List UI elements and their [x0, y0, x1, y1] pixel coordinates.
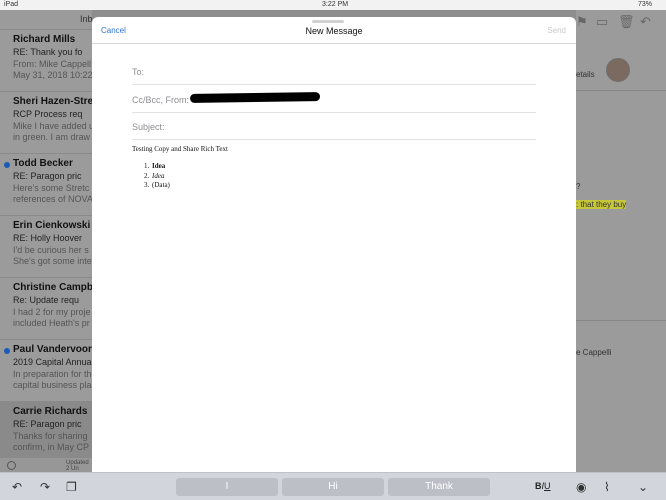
sender-name: Erin Cienkowski: [13, 220, 91, 231]
compose-sheet: Cancel New Message Send To: Cc/Bcc, From…: [92, 17, 576, 472]
list-item[interactable]: Christine Campb Re: Update requ I had 2 fo…: [0, 278, 92, 340]
cc-from-label: Cc/Bcc, From:: [132, 95, 190, 105]
sender-name: Sheri Hazen-Stret: [13, 96, 92, 107]
underline-label: U: [544, 481, 551, 491]
sender-name: Carrie Richards: [13, 406, 88, 417]
subject-line: RE: Paragon pric: [13, 171, 82, 181]
divider: [576, 90, 666, 91]
list-item[interactable]: Erin Cienkowski RE: Holly Hoover I'd be cu…: [0, 216, 92, 278]
suggestion-1[interactable]: I: [176, 478, 278, 496]
keyboard-shortcut-bar: ↶ ↷ ❐ I Hi Thank BIU ◉ ⌇ ⌄: [0, 472, 666, 500]
compose-header: Cancel New Message Send: [92, 17, 576, 44]
format-button[interactable]: BIU: [535, 481, 551, 491]
redo-icon[interactable]: ↷: [40, 480, 50, 494]
list-text: Idea: [152, 162, 166, 170]
flag-icon[interactable]: ⚑: [576, 14, 588, 30]
subject-line: Re: Update requ: [13, 295, 80, 305]
list-item[interactable]: Carrie Richards RE: Paragon pric Thanks fo…: [0, 402, 92, 464]
list-item[interactable]: Richard Mills RE: Thank you fo From: Mike …: [0, 30, 92, 92]
sender-name: Christine Campb: [13, 282, 92, 293]
paste-icon[interactable]: ❐: [66, 480, 77, 494]
list-number: 2.: [144, 171, 150, 180]
camera-icon[interactable]: ◉: [576, 480, 586, 494]
preview-text: From: Mike Cappell May 31, 2018 10:22: [13, 59, 92, 80]
sender-name: Paul Vandervoort: [13, 344, 92, 355]
preview-text: Thanks for sharing confirm, in May CP: [13, 431, 90, 452]
trash-icon[interactable]: 🗑: [618, 14, 635, 30]
preview-text: Here's some Stretc references of NOVA: [13, 183, 92, 204]
preview-text: In preparation for th capital business p…: [13, 369, 92, 390]
updated-status: Updated 2 Un: [66, 460, 89, 472]
sender-name: Richard Mills: [13, 34, 76, 45]
preview-text: Mike I have added u in green. I am draw: [13, 121, 92, 142]
mailbox-header[interactable]: Inb: [0, 10, 92, 30]
status-time: 3:22 PM: [322, 1, 349, 8]
subject-label: Subject:: [132, 122, 165, 132]
divider: [576, 320, 666, 321]
filter-icon[interactable]: [7, 461, 16, 470]
message-body-text[interactable]: Testing Copy and Share Rich Text: [132, 145, 228, 153]
preview-text: I had 2 for my proje included Heath's pr: [13, 307, 91, 328]
reply-icon[interactable]: ↶: [640, 14, 651, 30]
unread-dot: [4, 348, 10, 354]
message-detail-pane: ⚑ ▭ 🗑 ↶ etails ? : that they buy e Cappe…: [576, 10, 666, 472]
list-entry: 2. Idea: [132, 172, 170, 182]
list-text: Idea: [152, 171, 165, 180]
send-button[interactable]: Send: [547, 26, 566, 35]
list-number: 3.: [144, 181, 150, 189]
chevron-down-icon[interactable]: ⌄: [638, 480, 648, 494]
details-link[interactable]: etails: [576, 70, 595, 79]
undo-icon[interactable]: ↶: [12, 480, 22, 494]
highlighted-text: : that they buy: [576, 200, 627, 209]
to-field[interactable]: To:: [132, 57, 536, 85]
preview-text: I'd be curious her s She's got some inte: [13, 245, 92, 266]
folder-icon[interactable]: ▭: [596, 14, 608, 30]
sender-name: Todd Becker: [13, 158, 73, 169]
mailbox-footer: Updated 2 Un: [0, 458, 92, 472]
attachment-icon[interactable]: ⌇: [604, 480, 610, 494]
list-number: 1.: [144, 162, 150, 170]
subject-line: RE: Holly Hoover: [13, 233, 83, 243]
list-entry: 3. (Data): [132, 181, 170, 191]
device-label: iPad: [4, 1, 19, 8]
numbered-list[interactable]: 1. Idea 2. Idea 3. (Data): [132, 162, 170, 191]
subject-line: RE: Paragon pric: [13, 419, 82, 429]
subject-line: 2019 Capital Annua: [13, 357, 92, 367]
cc-from-field[interactable]: Cc/Bcc, From:: [132, 85, 536, 113]
mailbox-list: Inb Richard Mills RE: Thank you fo From: M…: [0, 10, 92, 472]
subject-line: RCP Process req: [13, 109, 83, 119]
list-text: (Data): [152, 181, 170, 189]
unread-dot: [4, 162, 10, 168]
to-label: To:: [132, 67, 145, 77]
avatar: [606, 58, 630, 82]
message-text-fragment: ?: [576, 182, 581, 191]
list-item[interactable]: Todd Becker RE: Paragon pric Here's some S…: [0, 154, 92, 216]
suggestion-2[interactable]: Hi: [282, 478, 384, 496]
redacted-address: [189, 92, 321, 103]
list-item[interactable]: Sheri Hazen-Stret RCP Process req Mike I h…: [0, 92, 92, 154]
suggestion-3[interactable]: Thank: [388, 478, 490, 496]
list-item[interactable]: Paul Vandervoort 2019 Capital Annua In pre…: [0, 340, 92, 402]
compose-title: New Message: [305, 26, 363, 36]
list-entry: 1. Idea: [132, 162, 170, 172]
subject-line: RE: Thank you fo: [13, 47, 83, 57]
battery-level: 73%: [638, 1, 653, 8]
subject-field[interactable]: Subject:: [132, 112, 536, 140]
status-bar: iPad 3:22 PM 73%: [0, 0, 666, 10]
sender-name-fragment: e Cappelli: [576, 348, 612, 357]
